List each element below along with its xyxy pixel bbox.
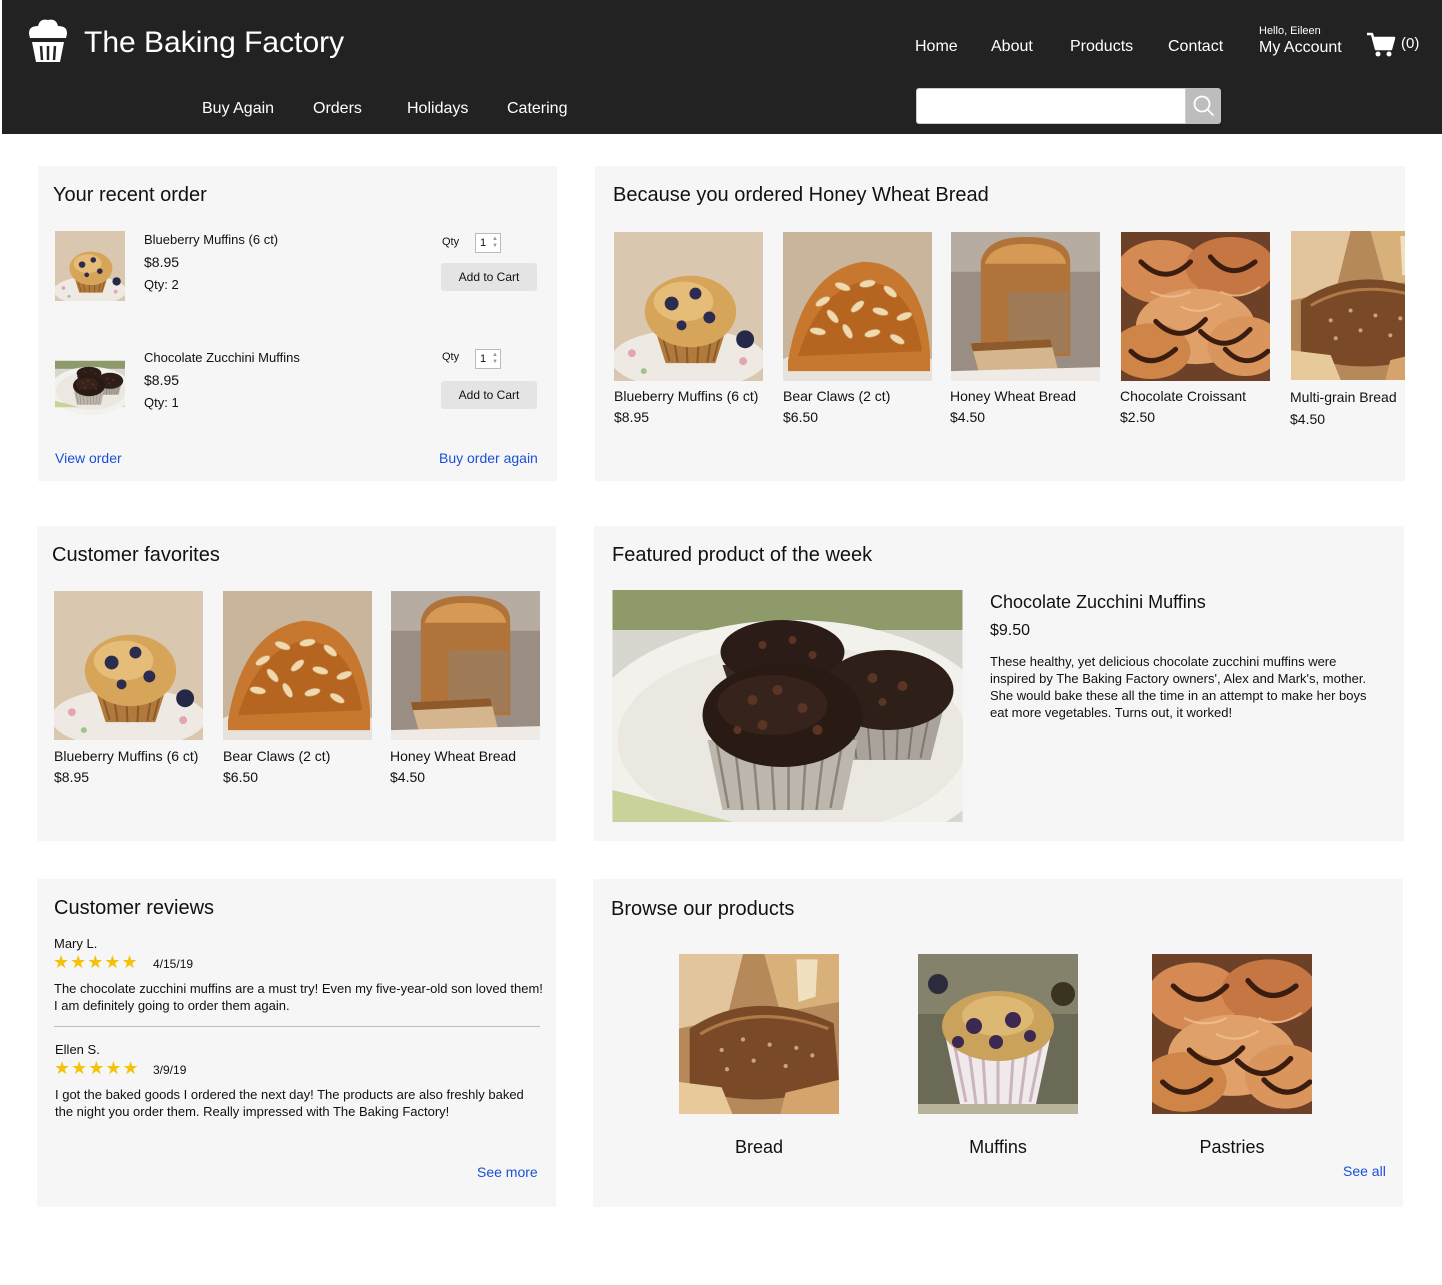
review-text: I got the baked goods I ordered the next… (55, 1087, 524, 1119)
stepper-arrows-icon[interactable]: ▲ ▼ (492, 236, 498, 250)
review-author: Ellen S. (55, 1042, 100, 1057)
blueberry-muffin-thumbnail[interactable] (55, 231, 125, 301)
see-all-link[interactable]: See all (1343, 1163, 1386, 1179)
pastries-category-image[interactable] (1152, 954, 1312, 1114)
review-divider (54, 1026, 540, 1027)
recommendations-title: Because you ordered Honey Wheat Bread (613, 184, 989, 206)
qty-value: 1 (480, 353, 487, 365)
featured-product-title: Featured product of the week (612, 544, 873, 566)
chocolate-zucchini-muffin-thumbnail[interactable] (55, 349, 125, 419)
product-name[interactable]: Honey Wheat Bread (390, 748, 516, 764)
review-text: The chocolate zucchini muffins are a mus… (54, 981, 543, 1013)
product-name[interactable]: Chocolate Croissant (1120, 388, 1246, 404)
featured-product-panel: Featured product of the week Chocolate Z… (594, 526, 1404, 841)
review-author: Mary L. (54, 936, 98, 951)
product-name[interactable]: Multi-grain Bread (1290, 389, 1397, 405)
quantity-stepper[interactable]: 1 ▲ ▼ (475, 349, 501, 369)
recent-order-title: Your recent order (53, 184, 207, 206)
qty-label: Qty (442, 351, 460, 363)
customer-reviews-title: Customer reviews (54, 897, 215, 919)
blueberry-muffins-image[interactable] (54, 591, 203, 740)
quantity-stepper[interactable]: 1 ▲ ▼ (475, 233, 501, 253)
subnav-holidays[interactable]: Holidays (407, 100, 468, 118)
customer-reviews-panel: Customer reviews Mary L. ★★★★★ 4/15/19 T… (37, 879, 556, 1207)
product-price: $2.50 (1120, 409, 1156, 425)
product-price: $4.50 (950, 409, 986, 425)
order-item-price: $8.95 (144, 254, 180, 270)
order-item-price: $8.95 (144, 372, 180, 388)
customer-favorites-panel: Customer favorites Blueberry Muffins (6 … (37, 526, 556, 841)
see-more-link[interactable]: See more (477, 1164, 538, 1180)
nav-about[interactable]: About (991, 38, 1033, 56)
category-muffins[interactable]: Muffins (918, 1137, 1078, 1158)
order-item-name[interactable]: Blueberry Muffins (6 ct) (144, 232, 278, 247)
review-date: 4/15/19 (153, 957, 194, 971)
product-price: $8.95 (614, 409, 650, 425)
product-name[interactable]: Bear Claws (2 ct) (783, 388, 890, 404)
product-price: $6.50 (223, 769, 259, 785)
my-account-link[interactable]: My Account (1259, 39, 1342, 57)
bread-category-image[interactable] (679, 954, 839, 1114)
bear-claws-image[interactable] (783, 232, 932, 381)
muffins-category-image[interactable] (918, 954, 1078, 1114)
add-to-cart-button[interactable]: Add to Cart (441, 263, 537, 291)
product-name[interactable]: Honey Wheat Bread (950, 388, 1076, 404)
product-price: $4.50 (390, 769, 426, 785)
honey-wheat-bread-image[interactable] (391, 591, 540, 740)
product-price: $8.95 (54, 769, 90, 785)
cart-count[interactable]: (0) (1401, 35, 1419, 52)
buy-order-again-link[interactable]: Buy order again (439, 450, 538, 466)
cart-icon[interactable] (1366, 32, 1396, 58)
search-button[interactable] (1186, 88, 1221, 124)
product-name[interactable]: Bear Claws (2 ct) (223, 748, 330, 764)
browse-products-title: Browse our products (611, 898, 795, 920)
featured-product-description: These healthy, yet delicious chocolate z… (990, 654, 1367, 720)
qty-label: Qty (442, 236, 460, 248)
search-icon (1193, 95, 1214, 116)
order-item-name[interactable]: Chocolate Zucchini Muffins (144, 350, 300, 365)
star-rating-icon: ★★★★★ (54, 1058, 140, 1079)
bear-claws-image[interactable] (223, 591, 372, 740)
qty-value: 1 (480, 237, 487, 249)
greeting: Hello, Eileen (1259, 25, 1321, 37)
multi-grain-bread-image[interactable] (1291, 231, 1405, 380)
subnav-buy-again[interactable]: Buy Again (202, 100, 274, 118)
blueberry-muffins-image[interactable] (614, 232, 763, 381)
nav-products[interactable]: Products (1070, 38, 1133, 56)
add-to-cart-button[interactable]: Add to Cart (441, 381, 537, 409)
chocolate-croissant-image[interactable] (1121, 232, 1270, 381)
category-bread[interactable]: Bread (679, 1137, 839, 1158)
star-rating-icon: ★★★★★ (53, 952, 139, 973)
nav-home[interactable]: Home (915, 38, 958, 56)
recommendations-panel: Because you ordered Honey Wheat Bread Bl… (595, 166, 1405, 481)
product-price: $4.50 (1290, 411, 1326, 427)
featured-product-price: $9.50 (990, 622, 1031, 639)
browse-products-panel: Browse our products Bread Muffins Pastri… (593, 879, 1403, 1207)
nav-contact[interactable]: Contact (1168, 38, 1223, 56)
featured-product-name[interactable]: Chocolate Zucchini Muffins (990, 592, 1206, 613)
brand-title[interactable]: The Baking Factory (84, 26, 344, 60)
site-header: The Baking Factory Home About Products C… (2, 0, 1442, 134)
muffin-logo-icon[interactable] (24, 18, 72, 64)
product-name[interactable]: Blueberry Muffins (6 ct) (54, 748, 198, 764)
order-item-qty: Qty: 1 (144, 395, 179, 410)
stepper-arrows-icon[interactable]: ▲ ▼ (492, 352, 498, 366)
product-name[interactable]: Blueberry Muffins (6 ct) (614, 388, 758, 404)
honey-wheat-bread-image[interactable] (951, 232, 1100, 381)
view-order-link[interactable]: View order (55, 450, 122, 466)
chocolate-zucchini-muffins-image[interactable] (612, 590, 963, 822)
category-pastries[interactable]: Pastries (1152, 1137, 1312, 1158)
review-date: 3/9/19 (153, 1063, 187, 1077)
order-item-qty: Qty: 2 (144, 277, 179, 292)
product-price: $6.50 (783, 409, 819, 425)
search-input[interactable] (916, 88, 1186, 124)
recent-order-panel: Your recent order Blueberry Muffins (6 c… (38, 166, 557, 481)
customer-favorites-title: Customer favorites (52, 544, 220, 566)
subnav-orders[interactable]: Orders (313, 100, 362, 118)
subnav-catering[interactable]: Catering (507, 100, 567, 118)
